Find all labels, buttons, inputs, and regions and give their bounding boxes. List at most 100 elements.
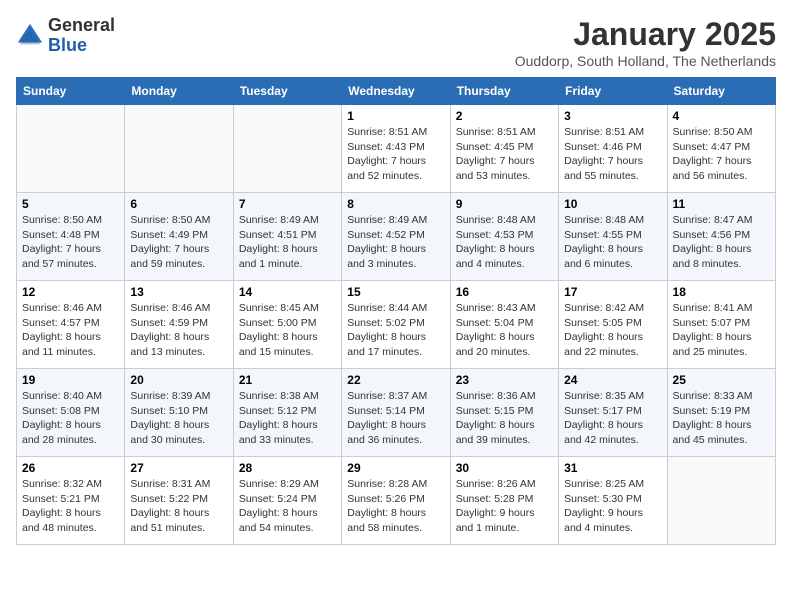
day-number: 12 (22, 285, 119, 299)
calendar-cell (233, 105, 341, 193)
calendar-cell: 8 Sunrise: 8:49 AM Sunset: 4:52 PM Daylig… (342, 193, 450, 281)
day-number: 31 (564, 461, 661, 475)
calendar-cell: 14 Sunrise: 8:45 AM Sunset: 5:00 PM Dayli… (233, 281, 341, 369)
calendar-cell: 26 Sunrise: 8:32 AM Sunset: 5:21 PM Dayli… (17, 457, 125, 545)
calendar-cell: 10 Sunrise: 8:48 AM Sunset: 4:55 PM Dayli… (559, 193, 667, 281)
day-number: 10 (564, 197, 661, 211)
day-number: 23 (456, 373, 553, 387)
calendar-week-row: 26 Sunrise: 8:32 AM Sunset: 5:21 PM Dayli… (17, 457, 776, 545)
day-number: 8 (347, 197, 444, 211)
day-number: 20 (130, 373, 227, 387)
day-number: 26 (22, 461, 119, 475)
weekday-header: Friday (559, 78, 667, 105)
day-info: Sunrise: 8:47 AM Sunset: 4:56 PM Dayligh… (673, 213, 770, 272)
calendar-cell: 7 Sunrise: 8:49 AM Sunset: 4:51 PM Daylig… (233, 193, 341, 281)
calendar-cell: 4Sunrise: 8:50 AM Sunset: 4:47 PM Daylig… (667, 105, 775, 193)
calendar-cell: 16 Sunrise: 8:43 AM Sunset: 5:04 PM Dayli… (450, 281, 558, 369)
calendar-cell: 22Sunrise: 8:37 AM Sunset: 5:14 PM Dayli… (342, 369, 450, 457)
calendar-cell: 6 Sunrise: 8:50 AM Sunset: 4:49 PM Daylig… (125, 193, 233, 281)
day-number: 16 (456, 285, 553, 299)
calendar-cell: 13 Sunrise: 8:46 AM Sunset: 4:59 PM Dayli… (125, 281, 233, 369)
day-number: 22 (347, 373, 444, 387)
day-info: Sunrise: 8:48 AM Sunset: 4:53 PM Dayligh… (456, 213, 553, 272)
calendar-cell: 1 Sunrise: 8:51 AM Sunset: 4:43 PM Daylig… (342, 105, 450, 193)
day-number: 13 (130, 285, 227, 299)
day-number: 27 (130, 461, 227, 475)
page-header: General Blue January 2025 Ouddorp, South… (16, 16, 776, 69)
day-number: 19 (22, 373, 119, 387)
calendar-cell: 5Sunrise: 8:50 AM Sunset: 4:48 PM Daylig… (17, 193, 125, 281)
day-info: Sunrise: 8:45 AM Sunset: 5:00 PM Dayligh… (239, 301, 336, 360)
day-info: Sunrise: 8:32 AM Sunset: 5:21 PM Dayligh… (22, 477, 119, 536)
calendar-week-row: 1 Sunrise: 8:51 AM Sunset: 4:43 PM Daylig… (17, 105, 776, 193)
calendar-cell: 30Sunrise: 8:26 AM Sunset: 5:28 PM Dayli… (450, 457, 558, 545)
day-info: Sunrise: 8:28 AM Sunset: 5:26 PM Dayligh… (347, 477, 444, 536)
day-info: Sunrise: 8:51 AM Sunset: 4:46 PM Dayligh… (564, 125, 661, 184)
day-number: 2 (456, 109, 553, 123)
logo: General Blue (16, 16, 115, 56)
day-info: Sunrise: 8:46 AM Sunset: 4:59 PM Dayligh… (130, 301, 227, 360)
calendar-cell: 29 Sunrise: 8:28 AM Sunset: 5:26 PM Dayli… (342, 457, 450, 545)
calendar-cell: 9 Sunrise: 8:48 AM Sunset: 4:53 PM Daylig… (450, 193, 558, 281)
calendar-cell: 25 Sunrise: 8:33 AM Sunset: 5:19 PM Dayli… (667, 369, 775, 457)
calendar-cell: 31 Sunrise: 8:25 AM Sunset: 5:30 PM Dayli… (559, 457, 667, 545)
day-info: Sunrise: 8:49 AM Sunset: 4:51 PM Dayligh… (239, 213, 336, 272)
weekday-header: Wednesday (342, 78, 450, 105)
day-info: Sunrise: 8:31 AM Sunset: 5:22 PM Dayligh… (130, 477, 227, 536)
day-number: 25 (673, 373, 770, 387)
calendar-cell (667, 457, 775, 545)
calendar-cell: 17Sunrise: 8:42 AM Sunset: 5:05 PM Dayli… (559, 281, 667, 369)
day-info: Sunrise: 8:46 AM Sunset: 4:57 PM Dayligh… (22, 301, 119, 360)
weekday-header: Tuesday (233, 78, 341, 105)
day-info: Sunrise: 8:51 AM Sunset: 4:43 PM Dayligh… (347, 125, 444, 184)
calendar-cell: 12 Sunrise: 8:46 AM Sunset: 4:57 PM Dayli… (17, 281, 125, 369)
day-number: 9 (456, 197, 553, 211)
day-number: 24 (564, 373, 661, 387)
calendar-cell: 27 Sunrise: 8:31 AM Sunset: 5:22 PM Dayli… (125, 457, 233, 545)
day-number: 1 (347, 109, 444, 123)
day-info: Sunrise: 8:25 AM Sunset: 5:30 PM Dayligh… (564, 477, 661, 536)
calendar-cell: 2 Sunrise: 8:51 AM Sunset: 4:45 PM Daylig… (450, 105, 558, 193)
day-info: Sunrise: 8:44 AM Sunset: 5:02 PM Dayligh… (347, 301, 444, 360)
day-info: Sunrise: 8:51 AM Sunset: 4:45 PM Dayligh… (456, 125, 553, 184)
weekday-header: Thursday (450, 78, 558, 105)
calendar-cell: 28 Sunrise: 8:29 AM Sunset: 5:24 PM Dayli… (233, 457, 341, 545)
day-number: 3 (564, 109, 661, 123)
day-number: 7 (239, 197, 336, 211)
day-number: 4 (673, 109, 770, 123)
day-number: 11 (673, 197, 770, 211)
day-number: 6 (130, 197, 227, 211)
day-number: 5 (22, 197, 119, 211)
calendar-cell: 18 Sunrise: 8:41 AM Sunset: 5:07 PM Dayli… (667, 281, 775, 369)
day-number: 21 (239, 373, 336, 387)
day-info: Sunrise: 8:43 AM Sunset: 5:04 PM Dayligh… (456, 301, 553, 360)
day-info: Sunrise: 8:38 AM Sunset: 5:12 PM Dayligh… (239, 389, 336, 448)
day-info: Sunrise: 8:26 AM Sunset: 5:28 PM Dayligh… (456, 477, 553, 536)
calendar-week-row: 12 Sunrise: 8:46 AM Sunset: 4:57 PM Dayli… (17, 281, 776, 369)
day-info: Sunrise: 8:50 AM Sunset: 4:49 PM Dayligh… (130, 213, 227, 272)
calendar-cell: 24Sunrise: 8:35 AM Sunset: 5:17 PM Dayli… (559, 369, 667, 457)
weekday-header: Monday (125, 78, 233, 105)
day-info: Sunrise: 8:42 AM Sunset: 5:05 PM Dayligh… (564, 301, 661, 360)
calendar-table: SundayMondayTuesdayWednesdayThursdayFrid… (16, 77, 776, 545)
day-number: 18 (673, 285, 770, 299)
day-info: Sunrise: 8:48 AM Sunset: 4:55 PM Dayligh… (564, 213, 661, 272)
weekday-header-row: SundayMondayTuesdayWednesdayThursdayFrid… (17, 78, 776, 105)
day-info: Sunrise: 8:29 AM Sunset: 5:24 PM Dayligh… (239, 477, 336, 536)
day-info: Sunrise: 8:39 AM Sunset: 5:10 PM Dayligh… (130, 389, 227, 448)
day-number: 29 (347, 461, 444, 475)
title-block: January 2025 Ouddorp, South Holland, The… (515, 16, 776, 69)
day-number: 15 (347, 285, 444, 299)
day-number: 28 (239, 461, 336, 475)
weekday-header: Saturday (667, 78, 775, 105)
day-number: 14 (239, 285, 336, 299)
day-info: Sunrise: 8:49 AM Sunset: 4:52 PM Dayligh… (347, 213, 444, 272)
weekday-header: Sunday (17, 78, 125, 105)
calendar-cell: 20 Sunrise: 8:39 AM Sunset: 5:10 PM Dayli… (125, 369, 233, 457)
day-info: Sunrise: 8:41 AM Sunset: 5:07 PM Dayligh… (673, 301, 770, 360)
location-text: Ouddorp, South Holland, The Netherlands (515, 53, 776, 69)
day-info: Sunrise: 8:33 AM Sunset: 5:19 PM Dayligh… (673, 389, 770, 448)
calendar-cell: 23Sunrise: 8:36 AM Sunset: 5:15 PM Dayli… (450, 369, 558, 457)
logo-icon (16, 22, 44, 50)
calendar-week-row: 19Sunrise: 8:40 AM Sunset: 5:08 PM Dayli… (17, 369, 776, 457)
